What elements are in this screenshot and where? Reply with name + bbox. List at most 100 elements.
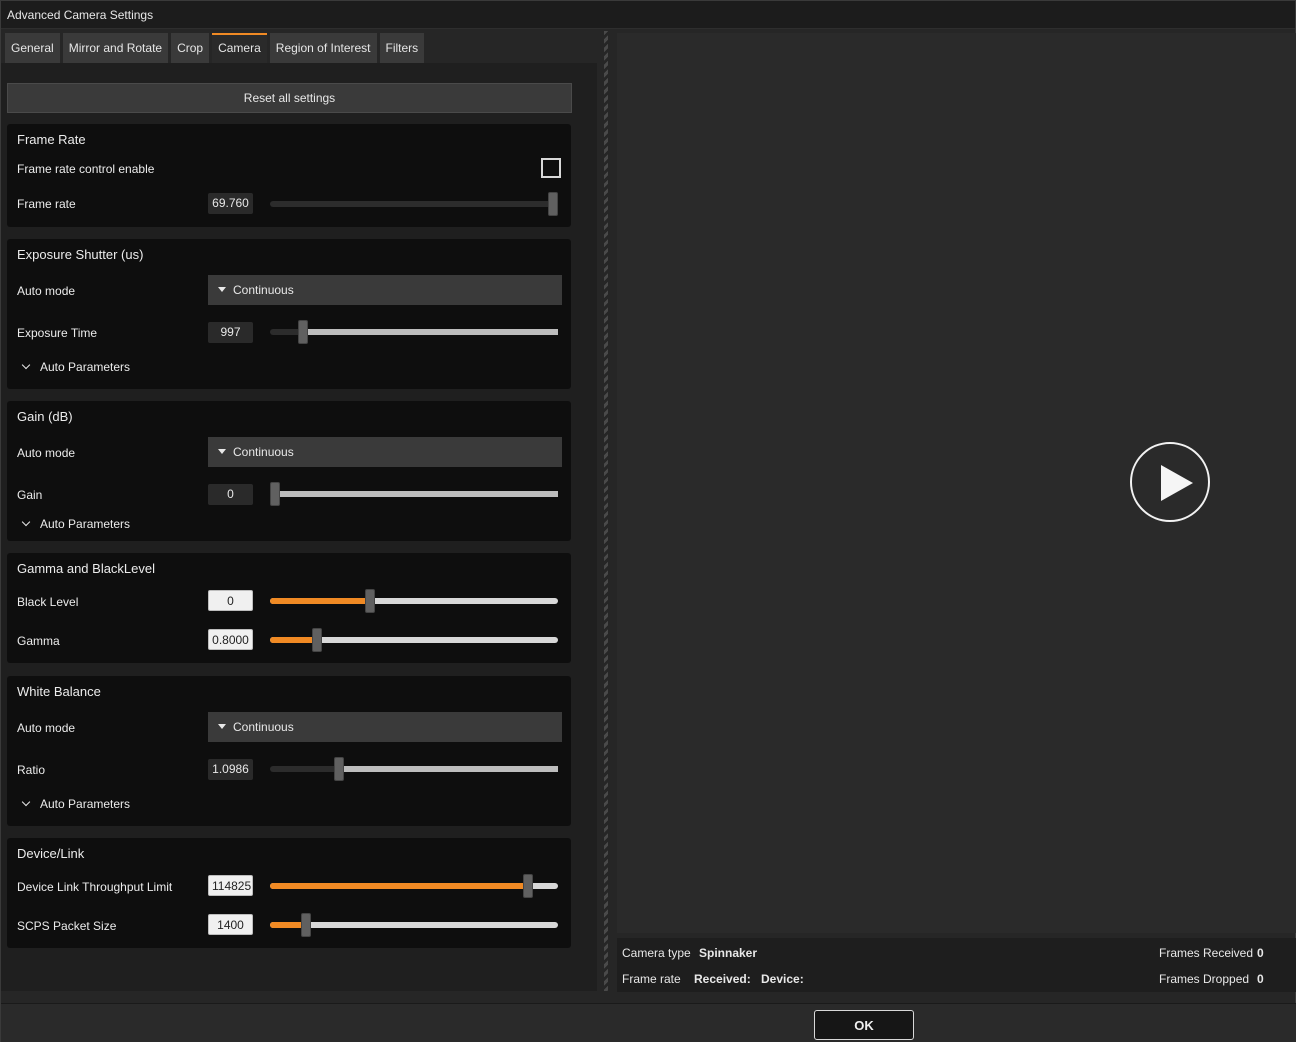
- tab-mirror-and-rotate[interactable]: Mirror and Rotate: [62, 33, 169, 63]
- slider-thumb[interactable]: [333, 757, 344, 781]
- gain-label: Gain: [17, 488, 43, 502]
- frames-dropped-label: Frames Dropped: [1159, 972, 1250, 986]
- received-label: Received:: [694, 972, 751, 986]
- frame-rate-label: Frame rate: [17, 197, 76, 211]
- gamma-label: Gamma: [17, 634, 60, 648]
- advanced-camera-settings-window: Advanced Camera Settings General Mirror …: [0, 0, 1296, 1042]
- window-title: Advanced Camera Settings: [7, 8, 154, 22]
- play-button[interactable]: [1130, 442, 1210, 522]
- device-link-section: Device/Link Device Link Throughput Limit…: [7, 838, 571, 948]
- frame-rate-value[interactable]: 69.760: [208, 193, 253, 214]
- exposure-auto-mode-label: Auto mode: [17, 284, 76, 298]
- slider-track: [338, 766, 558, 772]
- slider-fill: [270, 598, 370, 604]
- tab-filters[interactable]: Filters: [379, 33, 425, 63]
- frame-rate-section: Frame Rate Frame rate control enable Fra…: [7, 124, 571, 227]
- black-level-value[interactable]: 0: [208, 590, 253, 611]
- white-balance-section: White Balance Auto mode Continuous Ratio…: [7, 676, 571, 826]
- exposure-auto-mode-dropdown[interactable]: Continuous: [208, 275, 562, 305]
- ratio-slider[interactable]: [270, 757, 558, 781]
- title-bar: Advanced Camera Settings: [1, 1, 1295, 29]
- gain-value[interactable]: 0: [208, 484, 253, 505]
- section-heading: Frame Rate: [17, 132, 86, 147]
- throughput-limit-value[interactable]: 114825: [208, 875, 253, 896]
- frames-received-label: Frames Received: [1159, 946, 1254, 960]
- frames-received-value: 0: [1257, 946, 1264, 960]
- reset-all-settings-button[interactable]: Reset all settings: [7, 83, 572, 113]
- settings-panel: Reset all settings Frame Rate Frame rate…: [1, 63, 597, 991]
- device-label: Device:: [761, 972, 804, 986]
- packet-size-label: SCPS Packet Size: [17, 919, 117, 933]
- chevron-down-icon: [21, 797, 31, 807]
- slider-thumb[interactable]: [548, 192, 558, 216]
- camera-type-label: Camera type: [622, 946, 691, 960]
- frame-rate-status-label: Frame rate: [622, 972, 681, 986]
- chevron-down-icon: [21, 360, 31, 370]
- white-balance-auto-mode-label: Auto mode: [17, 721, 76, 735]
- gain-section: Gain (dB) Auto mode Continuous Gain 0 Au…: [7, 401, 571, 541]
- panel-splitter[interactable]: [604, 31, 608, 991]
- caret-down-icon: [218, 287, 226, 292]
- caret-down-icon: [218, 724, 226, 729]
- frames-dropped-value: 0: [1257, 972, 1264, 986]
- gain-auto-parameters-expander[interactable]: Auto Parameters: [21, 517, 131, 531]
- expander-label: Auto Parameters: [40, 797, 131, 811]
- gamma-blacklevel-section: Gamma and BlackLevel Black Level 0 Gamma…: [7, 553, 571, 663]
- section-heading: Exposure Shutter (us): [17, 247, 144, 262]
- exposure-time-value[interactable]: 997: [208, 322, 253, 343]
- white-balance-auto-parameters-expander[interactable]: Auto Parameters: [21, 797, 131, 811]
- section-heading: Device/Link: [17, 846, 85, 861]
- packet-size-value[interactable]: 1400: [208, 914, 253, 935]
- dropdown-value: Continuous: [233, 283, 294, 297]
- status-bar: Camera type Spinnaker Frame rate Receive…: [617, 938, 1296, 992]
- section-heading: Gain (dB): [17, 409, 73, 424]
- exposure-time-label: Exposure Time: [17, 326, 98, 340]
- slider-thumb[interactable]: [364, 589, 375, 613]
- black-level-label: Black Level: [17, 595, 79, 609]
- black-level-slider[interactable]: [270, 589, 558, 613]
- gain-auto-mode-label: Auto mode: [17, 446, 76, 460]
- tab-crop[interactable]: Crop: [171, 33, 210, 63]
- gamma-value[interactable]: 0.8000: [208, 629, 253, 650]
- frame-rate-slider[interactable]: [270, 192, 558, 216]
- camera-preview: [617, 33, 1296, 933]
- slider-thumb[interactable]: [311, 628, 322, 652]
- camera-type-value: Spinnaker: [699, 946, 758, 960]
- exposure-auto-parameters-expander[interactable]: Auto Parameters: [21, 360, 131, 374]
- expander-label: Auto Parameters: [40, 360, 131, 374]
- exposure-section: Exposure Shutter (us) Auto mode Continuo…: [7, 239, 571, 389]
- dropdown-value: Continuous: [233, 445, 294, 459]
- section-heading: White Balance: [17, 684, 101, 699]
- chevron-down-icon: [21, 517, 31, 527]
- dialog-button-bar: OK: [1, 1003, 1296, 1042]
- tab-general[interactable]: General: [5, 33, 60, 63]
- ratio-value[interactable]: 1.0986: [208, 759, 253, 780]
- slider-thumb[interactable]: [300, 913, 311, 937]
- tab-region-of-interest[interactable]: Region of Interest: [269, 33, 377, 63]
- expander-label: Auto Parameters: [40, 517, 131, 531]
- caret-down-icon: [218, 449, 226, 454]
- dropdown-value: Continuous: [233, 720, 294, 734]
- tab-bar: General Mirror and Rotate Crop Camera Re…: [5, 33, 425, 63]
- section-heading: Gamma and BlackLevel: [17, 561, 156, 576]
- slider-thumb[interactable]: [522, 874, 533, 898]
- ratio-label: Ratio: [17, 763, 46, 777]
- exposure-time-slider[interactable]: [270, 320, 558, 344]
- throughput-limit-label: Device Link Throughput Limit: [17, 880, 173, 894]
- frame-rate-enable-label: Frame rate control enable: [17, 162, 155, 176]
- white-balance-auto-mode-dropdown[interactable]: Continuous: [208, 712, 562, 742]
- slider-thumb[interactable]: [297, 320, 308, 344]
- slider-fill: [270, 637, 317, 643]
- slider-track: [275, 491, 558, 497]
- tab-camera[interactable]: Camera: [212, 33, 267, 63]
- packet-size-slider[interactable]: [270, 913, 558, 937]
- frame-rate-enable-checkbox[interactable]: [541, 158, 561, 178]
- gamma-slider[interactable]: [270, 628, 558, 652]
- ok-button[interactable]: OK: [814, 1010, 914, 1040]
- throughput-limit-slider[interactable]: [270, 874, 558, 898]
- gain-auto-mode-dropdown[interactable]: Continuous: [208, 437, 562, 467]
- slider-thumb[interactable]: [270, 482, 280, 506]
- gain-slider[interactable]: [270, 482, 558, 506]
- slider-track: [302, 329, 558, 335]
- slider-fill: [270, 883, 528, 889]
